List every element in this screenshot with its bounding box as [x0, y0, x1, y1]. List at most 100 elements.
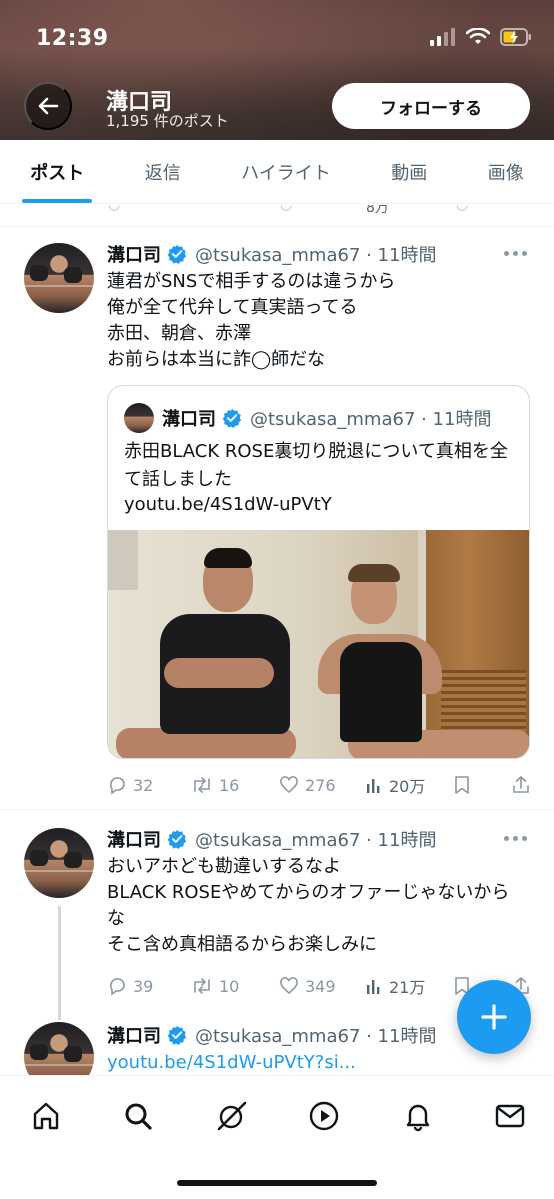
heart-icon	[280, 776, 298, 794]
tab-images[interactable]: 画像	[458, 140, 554, 203]
home-indicator	[177, 1180, 377, 1186]
like-button[interactable]: 349	[279, 976, 336, 996]
video-icon	[309, 1101, 339, 1131]
author-name[interactable]: 溝口司	[107, 241, 161, 267]
reply-button[interactable]: 39	[107, 976, 153, 996]
like-button[interactable]: 276	[279, 775, 336, 795]
quote-text: 赤田BLACK ROSE裏切り脱退について真相を全て話しました	[124, 441, 508, 490]
repost-count: 10	[219, 976, 240, 996]
avatar[interactable]	[24, 243, 94, 313]
quote-link[interactable]: youtu.be/4S1dW-uPVtY	[124, 494, 332, 515]
handle-and-time: @tsukasa_mma67 · 11時間	[195, 1026, 437, 1047]
status-icons	[430, 28, 532, 46]
views-button[interactable]: 21万	[365, 974, 425, 998]
tweet-header: 溝口司 @tsukasa_mma67 · 11時間	[107, 826, 436, 852]
views-chart-icon	[367, 779, 380, 793]
thumb-person	[340, 642, 422, 742]
like-count: 349	[305, 976, 336, 996]
thumb-person	[164, 658, 274, 688]
heart-icon	[280, 977, 298, 995]
nav-notifications[interactable]	[396, 1094, 440, 1138]
avatar[interactable]	[24, 828, 94, 898]
bookmark-button[interactable]	[453, 775, 471, 795]
reply-count: 39	[133, 976, 154, 996]
avatar-glove	[30, 850, 48, 866]
thread-connector	[58, 906, 61, 1020]
thumb-person	[204, 548, 252, 568]
avatar-rope	[24, 1064, 94, 1066]
status-time: 12:39	[36, 26, 109, 51]
more-options-icon[interactable]	[504, 836, 530, 844]
thumb-person	[348, 564, 400, 582]
battery-icon	[500, 28, 531, 46]
tweet[interactable]: 溝口司 @tsukasa_mma67 · 11時間 蓮君がSNSで相手するのは違…	[0, 227, 554, 809]
video-thumbnail[interactable]	[108, 530, 529, 758]
back-button[interactable]	[24, 82, 72, 130]
home-icon	[33, 1102, 59, 1130]
timeline-feed: ◡ ◡ 8万 ◡ 溝口司 @tsukasa_mma67 · 11時間 蓮君がSN…	[0, 205, 554, 1075]
post-count: 1,195 件のポスト	[106, 112, 229, 130]
reply-button[interactable]: 32	[107, 775, 153, 795]
avatar-rope	[24, 870, 94, 872]
views-count-cut: 8万	[366, 205, 389, 216]
tab-videos[interactable]: 動画	[361, 140, 457, 203]
avatar-glove	[30, 1044, 48, 1060]
verified-badge-icon	[167, 829, 187, 849]
quote-tweet-card[interactable]: 溝口司 @tsukasa_mma67 · 11時間 赤田BLACK ROSE裏切…	[107, 385, 530, 759]
tab-replies[interactable]: 返信	[114, 140, 210, 203]
status-bar: 12:39	[0, 0, 554, 80]
arrow-left-icon	[38, 97, 59, 115]
tab-highlights[interactable]: ハイライト	[211, 140, 361, 203]
thumb-cloth	[108, 530, 138, 590]
repost-button[interactable]: 10	[191, 976, 239, 996]
profile-header: 12:39 溝口司 1,195 件のポスト フォローする	[0, 0, 554, 140]
notifications-icon	[406, 1104, 430, 1132]
avatar[interactable]	[24, 1022, 94, 1075]
avatar-glove	[64, 267, 82, 283]
follow-button[interactable]: フォローする	[332, 83, 530, 129]
reply-icon	[110, 978, 125, 996]
compose-button[interactable]	[457, 980, 531, 1054]
avatar-rope	[24, 285, 94, 287]
tab-posts[interactable]: ポスト	[0, 140, 114, 203]
nav-grok[interactable]	[210, 1094, 254, 1138]
share-button[interactable]	[511, 775, 531, 795]
repost-icon	[194, 978, 210, 994]
avatar-glove	[64, 1046, 82, 1062]
like-count: 276	[305, 775, 336, 795]
views-count: 21万	[389, 978, 426, 997]
avatar-glove	[64, 852, 82, 868]
nav-search[interactable]	[116, 1094, 160, 1138]
tweet-text: おいアホども勘違いするなよ BLACK ROSEやめてからのオファーじゃないから…	[107, 856, 510, 955]
tweet-actions: 32 16 276 20万	[107, 773, 537, 797]
nav-messages[interactable]	[488, 1094, 532, 1138]
signal-icon	[430, 28, 455, 46]
handle-and-time: @tsukasa_mma67 · 11時間	[195, 245, 437, 266]
more-options-icon[interactable]	[504, 251, 530, 259]
quote-author-name: 溝口司	[162, 409, 216, 430]
bookmark-icon-cut[interactable]: ◡	[456, 205, 468, 213]
views-button[interactable]: 20万	[365, 773, 425, 797]
bookmark-icon	[455, 776, 469, 794]
nav-video[interactable]	[302, 1094, 346, 1138]
tweet-header: 溝口司 @tsukasa_mma67 · 11時間	[107, 241, 436, 267]
views-count: 20万	[389, 777, 426, 796]
repost-button[interactable]: 16	[191, 775, 239, 795]
verified-badge-icon	[167, 244, 187, 264]
nav-home[interactable]	[24, 1094, 68, 1138]
author-name[interactable]: 溝口司	[107, 1022, 161, 1048]
like-icon-cut[interactable]: ◡	[280, 205, 292, 213]
views-chart-icon	[367, 980, 380, 994]
author-name[interactable]: 溝口司	[107, 826, 161, 852]
plus-icon	[481, 1004, 507, 1030]
reply-icon-cut[interactable]: ◡	[108, 205, 120, 213]
quote-header: 溝口司 @tsukasa_mma67 · 11時間	[124, 403, 491, 433]
reply-icon	[110, 777, 125, 795]
grok-icon	[217, 1101, 247, 1131]
tweet-text: 蓮君がSNSで相手するのは違うから 俺が全て代弁して真実語ってる 赤田、朝倉、赤…	[107, 271, 396, 370]
verified-badge-icon	[167, 1025, 187, 1045]
repost-icon	[194, 777, 210, 793]
repost-count: 16	[219, 775, 240, 795]
tweet-link[interactable]: youtu.be/4S1dW-uPVtY?si...	[107, 1050, 537, 1075]
views-cut[interactable]: 8万	[366, 205, 389, 217]
